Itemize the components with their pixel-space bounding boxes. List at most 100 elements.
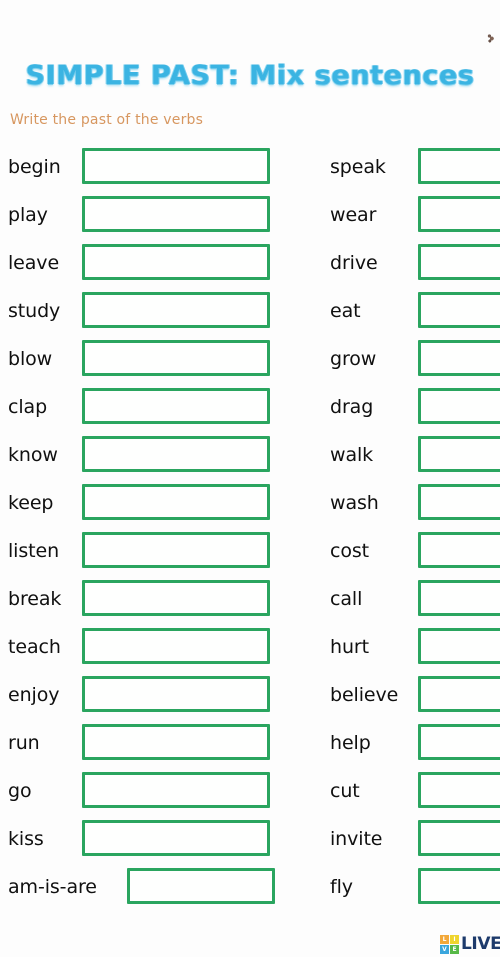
verb-label: grow <box>330 348 377 370</box>
logo-square-e: E <box>450 944 459 954</box>
liveworksheets-logo-mark-icon: L I V E <box>440 934 459 954</box>
liveworksheets-logo: L I V E LIVE <box>440 934 500 954</box>
verb-row: teach <box>8 626 286 674</box>
verb-row: play <box>8 194 286 242</box>
verb-label: go <box>8 780 32 802</box>
verb-row: go <box>8 770 286 818</box>
answer-input-wear[interactable] <box>418 196 500 232</box>
verb-row: hurt <box>330 626 500 674</box>
logo-wordmark: LIVE <box>461 934 500 954</box>
answer-input-invite[interactable] <box>418 820 500 856</box>
answer-input-hurt[interactable] <box>418 628 500 664</box>
answer-input-run[interactable] <box>82 724 270 760</box>
answer-input-blow[interactable] <box>82 340 270 376</box>
answer-input-eat[interactable] <box>418 292 500 328</box>
verb-label: keep <box>8 492 54 514</box>
verb-row: believe <box>330 674 500 722</box>
verb-label: invite <box>330 828 383 850</box>
answer-input-walk[interactable] <box>418 436 500 472</box>
answer-input-speak[interactable] <box>418 148 500 184</box>
verb-label: cut <box>330 780 360 802</box>
answer-input-enjoy[interactable] <box>82 676 270 712</box>
answer-input-kiss[interactable] <box>82 820 270 856</box>
verb-row: fly <box>330 866 500 914</box>
answer-input-break[interactable] <box>82 580 270 616</box>
verb-row: clap <box>8 386 286 434</box>
logo-square-l: L <box>440 934 449 944</box>
answer-input-grow[interactable] <box>418 340 500 376</box>
verb-row: drag <box>330 386 500 434</box>
answer-input-keep[interactable] <box>82 484 270 520</box>
verb-row: walk <box>330 434 500 482</box>
scan-artifact-speck <box>487 33 494 43</box>
answer-input-begin[interactable] <box>82 148 270 184</box>
verb-label: call <box>330 588 363 610</box>
answer-input-help[interactable] <box>418 724 500 760</box>
answer-input-fly[interactable] <box>418 868 500 904</box>
answer-input-teach[interactable] <box>82 628 270 664</box>
verb-label: leave <box>8 252 60 274</box>
logo-square-i: I <box>450 934 459 944</box>
answer-input-am-is-are[interactable] <box>127 868 275 904</box>
verb-label: blow <box>8 348 53 370</box>
verb-row: call <box>330 578 500 626</box>
answer-input-know[interactable] <box>82 436 270 472</box>
verb-label: teach <box>8 636 61 658</box>
answer-input-leave[interactable] <box>82 244 270 280</box>
verb-row: blow <box>8 338 286 386</box>
verb-label: listen <box>8 540 60 562</box>
answer-input-cost[interactable] <box>418 532 500 568</box>
answer-input-cut[interactable] <box>418 772 500 808</box>
verb-label: believe <box>330 684 399 706</box>
verb-label: kiss <box>8 828 44 850</box>
verb-label: hurt <box>330 636 369 658</box>
verb-label: study <box>8 300 61 322</box>
answer-input-listen[interactable] <box>82 532 270 568</box>
verb-label: fly <box>330 876 353 898</box>
verb-row: begin <box>8 146 286 194</box>
verb-label: wash <box>330 492 379 514</box>
answer-input-believe[interactable] <box>418 676 500 712</box>
verb-label: eat <box>330 300 361 322</box>
verb-column-left: begin play leave study blow clap know keep liste… <box>8 146 286 914</box>
logo-square-v: V <box>440 944 449 954</box>
verb-label: break <box>8 588 62 610</box>
verb-row: study <box>8 290 286 338</box>
verb-row: listen <box>8 530 286 578</box>
answer-input-go[interactable] <box>82 772 270 808</box>
verb-row: drive <box>330 242 500 290</box>
verb-row: speak <box>330 146 500 194</box>
verb-row: leave <box>8 242 286 290</box>
answer-input-drag[interactable] <box>418 388 500 424</box>
verb-label: enjoy <box>8 684 60 706</box>
verb-label: walk <box>330 444 374 466</box>
verb-label: wear <box>330 204 377 226</box>
verb-row: run <box>8 722 286 770</box>
answer-input-clap[interactable] <box>82 388 270 424</box>
verb-row: enjoy <box>8 674 286 722</box>
verb-row: help <box>330 722 500 770</box>
verb-label: begin <box>8 156 61 178</box>
answer-input-drive[interactable] <box>418 244 500 280</box>
verb-row: keep <box>8 482 286 530</box>
answer-input-call[interactable] <box>418 580 500 616</box>
verb-label: drag <box>330 396 374 418</box>
verb-row: invite <box>330 818 500 866</box>
verb-label: drive <box>330 252 378 274</box>
verb-row: grow <box>330 338 500 386</box>
verb-row: break <box>8 578 286 626</box>
verb-label: play <box>8 204 48 226</box>
answer-input-play[interactable] <box>82 196 270 232</box>
verb-row: kiss <box>8 818 286 866</box>
answer-input-study[interactable] <box>82 292 270 328</box>
page-title: SIMPLE PAST: Mix sentences <box>25 60 475 92</box>
verb-row: cost <box>330 530 500 578</box>
verb-label: run <box>8 732 40 754</box>
verb-label: help <box>330 732 371 754</box>
verb-row: am-is-are <box>8 866 286 914</box>
verb-label: clap <box>8 396 48 418</box>
verb-label: cost <box>330 540 370 562</box>
answer-input-wash[interactable] <box>418 484 500 520</box>
verb-label: speak <box>330 156 386 178</box>
verb-label: know <box>8 444 58 466</box>
